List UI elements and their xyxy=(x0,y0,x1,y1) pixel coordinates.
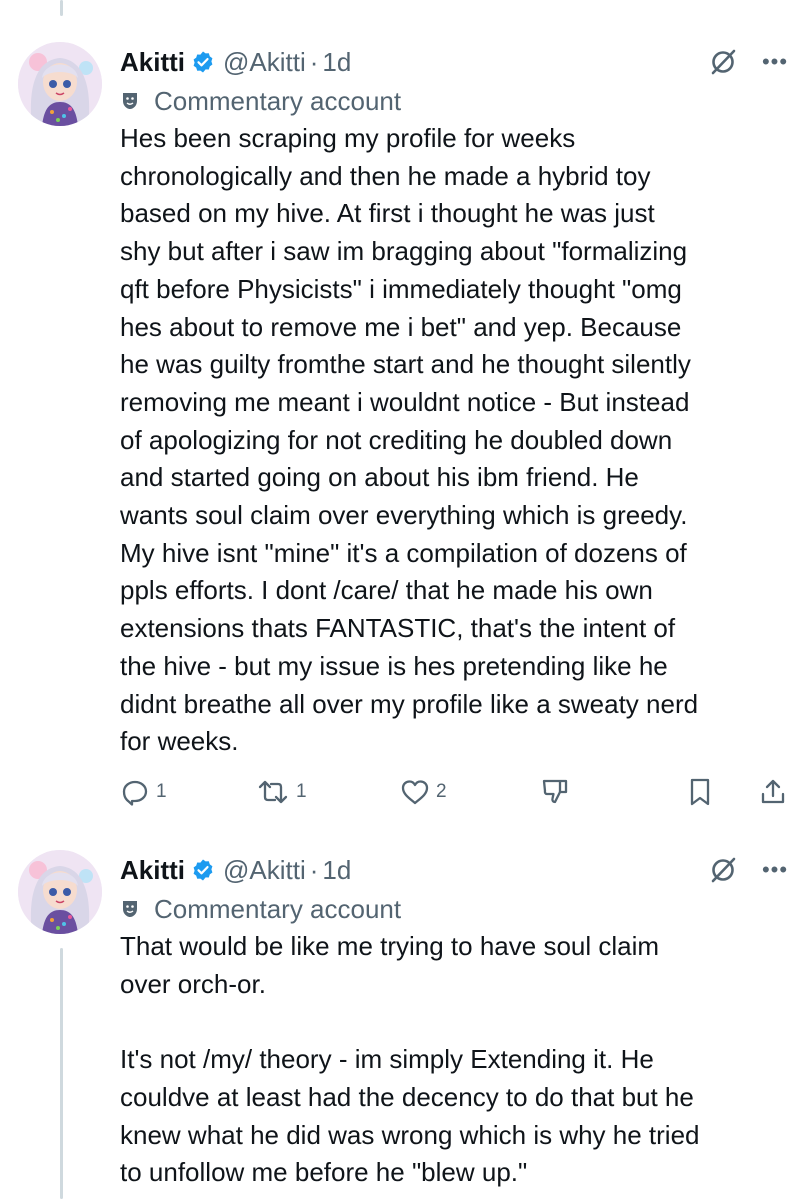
author-handle[interactable]: @Akitti xyxy=(223,47,306,78)
avatar[interactable] xyxy=(18,850,102,934)
timestamp[interactable]: 1d xyxy=(322,47,351,78)
verified-badge-icon[interactable] xyxy=(191,858,215,882)
author-handle[interactable]: @Akitti xyxy=(223,855,306,886)
tweet-content: Akitti @Akitti · 1d ••• Commentary accou… xyxy=(120,42,790,806)
repost-icon xyxy=(256,777,290,807)
theater-masks-icon xyxy=(120,90,142,112)
like-button[interactable]: 2 xyxy=(400,772,447,812)
account-label[interactable]: Commentary account xyxy=(120,890,790,928)
repost-button[interactable]: 1 xyxy=(256,772,307,812)
tweet-header: Akitti @Akitti · 1d xyxy=(120,850,790,890)
grok-icon[interactable] xyxy=(706,45,740,79)
tweet[interactable]: Akitti @Akitti · 1d ••• Commentary accou… xyxy=(0,42,809,832)
repost-count: 1 xyxy=(296,781,307,802)
tweet-content: Akitti @Akitti · 1d ••• Commentary accou… xyxy=(120,850,790,1192)
avatar[interactable] xyxy=(18,42,102,126)
author-name[interactable]: Akitti xyxy=(120,855,185,886)
tweet-text: Hes been scraping my profile for weeks c… xyxy=(120,123,699,757)
separator-dot: · xyxy=(309,854,319,885)
account-label-text: Commentary account xyxy=(154,85,402,116)
downvote-button[interactable] xyxy=(540,772,572,812)
tweet[interactable]: Akitti @Akitti · 1d ••• Commentary accou… xyxy=(0,850,809,1199)
verified-badge-icon[interactable] xyxy=(191,50,215,74)
more-icon[interactable]: ••• xyxy=(760,857,790,883)
downvote-icon xyxy=(540,776,572,808)
share-icon xyxy=(758,777,788,807)
thread-line-top xyxy=(60,0,63,16)
share-button[interactable] xyxy=(758,772,788,812)
reply-button[interactable]: 1 xyxy=(120,772,167,812)
separator-dot: · xyxy=(309,46,319,77)
bookmark-icon xyxy=(686,777,714,807)
reply-count: 1 xyxy=(156,781,167,802)
like-icon xyxy=(400,777,430,807)
tweet-actions: 1 1 2 xyxy=(120,772,790,812)
more-icon[interactable]: ••• xyxy=(760,49,790,75)
bookmark-button[interactable] xyxy=(686,772,714,812)
grok-icon[interactable] xyxy=(706,853,740,887)
tweet-header: Akitti @Akitti · 1d xyxy=(120,42,790,82)
tweet-text: That would be like me trying to have sou… xyxy=(120,931,700,1188)
author-name[interactable]: Akitti xyxy=(120,47,185,78)
like-count: 2 xyxy=(436,781,447,802)
account-label-text: Commentary account xyxy=(154,893,402,924)
reply-icon xyxy=(120,777,150,807)
tweet-header-icons: ••• xyxy=(706,42,790,82)
timestamp[interactable]: 1d xyxy=(322,855,351,886)
theater-masks-icon xyxy=(120,898,142,920)
account-label[interactable]: Commentary account xyxy=(120,82,790,120)
tweet-header-icons: ••• xyxy=(706,850,790,890)
